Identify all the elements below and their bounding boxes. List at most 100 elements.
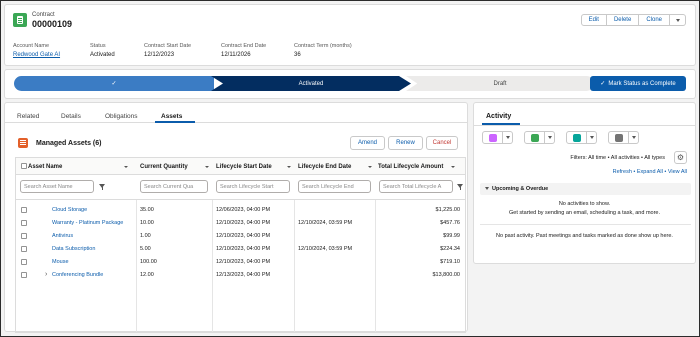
path-step-complete[interactable]: ✓: [14, 76, 214, 91]
renew-button[interactable]: Renew: [388, 136, 423, 150]
path-step-activated[interactable]: Activated: [211, 76, 411, 91]
amend-button[interactable]: Amend: [350, 136, 385, 150]
call-dropdown-button[interactable]: [587, 131, 597, 144]
chevron-down-icon[interactable]: [287, 166, 291, 168]
search-asset-name-input[interactable]: [20, 180, 94, 193]
lifecycle-start-cell: 12/10/2023, 04:00 PM: [216, 259, 271, 265]
delete-button[interactable]: Delete: [606, 14, 640, 26]
no-activities-hint: Get started by sending an email, schedul…: [508, 210, 661, 216]
row-checkbox[interactable]: [21, 207, 27, 213]
row-checkbox[interactable]: [21, 259, 27, 265]
table-row: Cloud Storage 35.00 12/06/2023, 04:00 PM $1…: [16, 204, 465, 217]
task-action: [524, 131, 555, 144]
field-status: Status Activated: [90, 43, 115, 58]
event-dropdown-button[interactable]: [629, 131, 639, 144]
row-checkbox[interactable]: [21, 220, 27, 226]
path-step-draft[interactable]: Draft: [406, 76, 594, 91]
chevron-right-icon[interactable]: ›: [45, 271, 47, 278]
total-amount-cell: $13,800.00: [432, 272, 460, 278]
mark-status-complete-button[interactable]: ✓ Mark Status as Complete: [590, 76, 686, 91]
lifecycle-start-cell: 12/10/2023, 04:00 PM: [216, 246, 271, 252]
clone-button[interactable]: Clone: [639, 14, 670, 26]
task-icon: [530, 133, 539, 142]
app-frame: Contract 00000109 Edit Delete Clone Acco…: [0, 0, 700, 337]
tab-details[interactable]: Details: [61, 113, 81, 120]
edit-button[interactable]: Edit: [580, 14, 607, 26]
lifecycle-end-cell: 12/10/2024, 03:59 PM: [298, 246, 353, 252]
field-label: Contract Term (months): [294, 43, 352, 49]
status-path-card: ✓ Activated Draft ✓ Mark Status as Compl…: [4, 69, 696, 99]
checkmark-icon: ✓: [111, 81, 117, 87]
search-total-amount-input[interactable]: [379, 180, 453, 193]
field-label: Contract End Date: [221, 43, 267, 49]
grid-header: Asset Name Current Quantity Lifecycle St…: [16, 158, 465, 175]
current-quantity-cell: 12.00: [140, 272, 154, 278]
filter-icon[interactable]: [99, 184, 105, 190]
field-label: Contract Start Date: [144, 43, 192, 49]
chevron-down-icon[interactable]: [451, 166, 455, 168]
path-step-label: Draft: [493, 80, 507, 87]
col-header-asset-name[interactable]: Asset Name: [28, 164, 62, 170]
field-value: 12/11/2026: [221, 52, 251, 58]
email-dropdown-button[interactable]: [503, 131, 513, 144]
field-contract-end-date: Contract End Date 12/11/2026: [221, 43, 266, 58]
email-action: [482, 131, 513, 144]
checkmark-icon: ✓: [600, 81, 606, 87]
activity-links[interactable]: Refresh • Expand All • View All: [613, 169, 687, 175]
lifecycle-start-cell: 12/13/2023, 04:00 PM: [216, 272, 271, 278]
current-quantity-cell: 5.00: [140, 246, 151, 252]
tab-assets[interactable]: Assets: [161, 113, 182, 120]
col-header-current-quantity[interactable]: Current Quantity: [140, 164, 188, 170]
asset-name-link[interactable]: Conferencing Bundle: [52, 272, 103, 278]
header-actions: Edit Delete Clone: [580, 14, 686, 26]
new-event-button[interactable]: [608, 131, 629, 144]
chevron-down-icon[interactable]: [124, 166, 128, 168]
new-task-button[interactable]: [524, 131, 545, 144]
search-lifecycle-start-input[interactable]: [216, 180, 290, 193]
asset-name-link[interactable]: Mouse: [52, 259, 69, 265]
asset-name-link[interactable]: Antivirus: [52, 233, 73, 239]
asset-name-link[interactable]: Warranty - Platinum Package: [52, 220, 123, 226]
chevron-down-icon: [505, 136, 510, 139]
tab-related[interactable]: Related: [17, 113, 39, 120]
row-checkbox[interactable]: [21, 233, 27, 239]
status-path: ✓ Activated Draft: [14, 76, 594, 91]
lifecycle-end-cell: 12/10/2024, 03:59 PM: [298, 220, 353, 226]
divider: [474, 125, 695, 126]
main-tabs-card: Related Details Obligations Assets Manag…: [4, 102, 468, 333]
log-call-button[interactable]: [566, 131, 587, 144]
activity-card: Activity Filters: All time • All activit…: [473, 102, 696, 264]
task-dropdown-button[interactable]: [545, 131, 555, 144]
lifecycle-start-cell: 12/10/2023, 04:00 PM: [216, 220, 271, 226]
row-checkbox[interactable]: [21, 272, 27, 278]
chevron-down-icon[interactable]: [368, 166, 372, 168]
asset-name-link[interactable]: Data Subscription: [52, 246, 95, 252]
total-amount-cell: $457.76: [440, 220, 460, 226]
lifecycle-start-cell: 12/06/2023, 04:00 PM: [216, 207, 271, 213]
col-header-lifecycle-end-date[interactable]: Lifecycle End Date: [298, 164, 351, 170]
filter-row: [16, 175, 465, 200]
col-header-total-lifecycle-amount[interactable]: Total Lifecycle Amount: [378, 164, 443, 170]
search-current-quantity-input[interactable]: [140, 180, 208, 193]
search-lifecycle-end-input[interactable]: [298, 180, 371, 193]
total-amount-cell: $1,225.00: [435, 207, 460, 213]
chevron-down-icon[interactable]: [205, 166, 209, 168]
account-name-link[interactable]: Redwood Gate AI: [13, 52, 60, 58]
new-email-button[interactable]: [482, 131, 503, 144]
tab-obligations[interactable]: Obligations: [105, 113, 138, 120]
filter-icon[interactable]: [457, 184, 463, 190]
col-header-lifecycle-start-date[interactable]: Lifecycle Start Date: [216, 164, 272, 170]
cancel-button[interactable]: Cancel: [426, 136, 458, 150]
field-account-name: Account Name Redwood Gate AI: [13, 43, 60, 58]
tab-activity[interactable]: Activity: [486, 113, 511, 120]
row-checkbox[interactable]: [21, 246, 27, 252]
table-row: Warranty - Platinum Package 10.00 12/10/20…: [16, 217, 465, 230]
field-label: Status: [90, 43, 106, 49]
asset-name-link[interactable]: Cloud Storage: [52, 207, 87, 213]
more-actions-button[interactable]: [670, 14, 686, 26]
activity-settings-button[interactable]: ⚙: [674, 151, 687, 164]
field-label: Account Name: [13, 43, 50, 49]
select-all-checkbox[interactable]: [21, 163, 27, 169]
upcoming-overdue-section[interactable]: Upcoming & Overdue: [480, 183, 691, 195]
call-icon: [572, 133, 581, 142]
